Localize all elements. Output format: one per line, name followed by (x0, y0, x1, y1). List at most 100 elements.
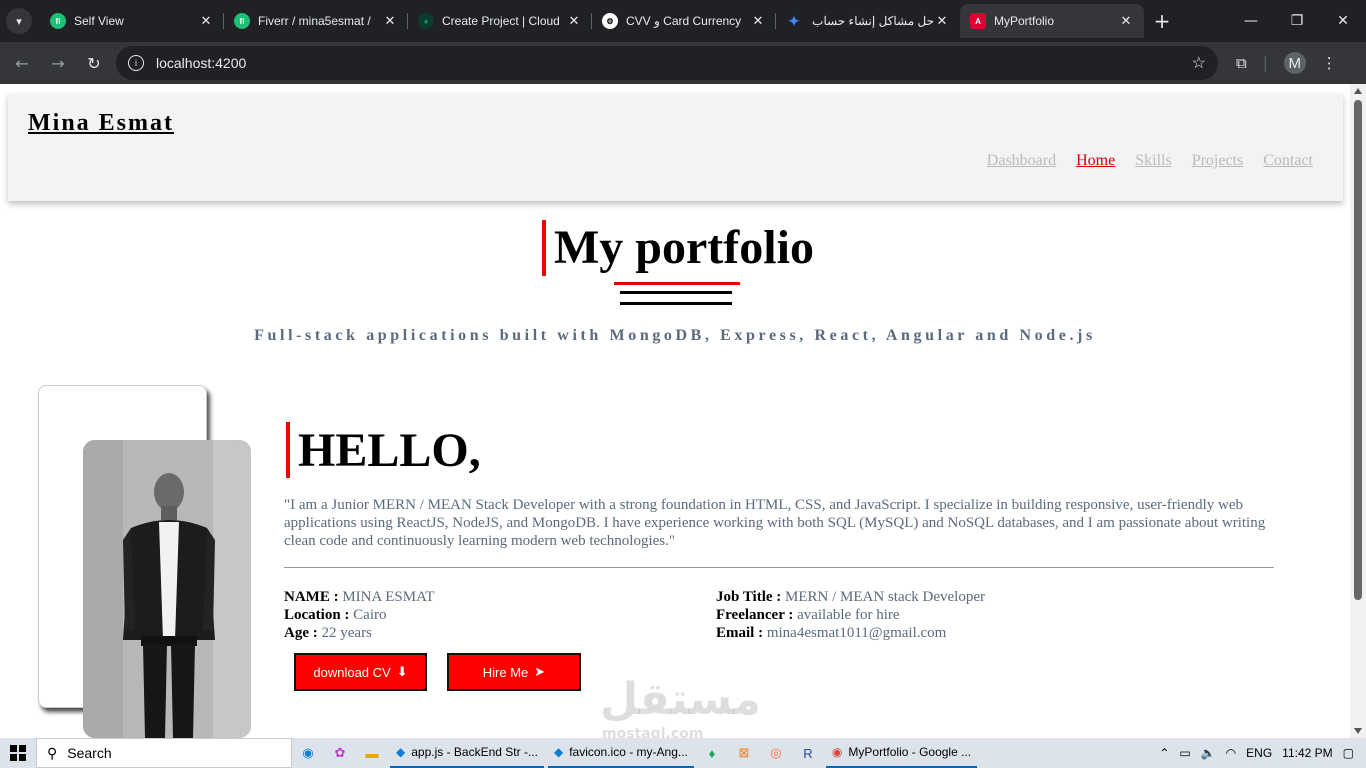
tab-myportfolio[interactable]: A MyPortfolio ✕ (960, 4, 1144, 38)
taskbar-app-chrome[interactable]: ◉ MyPortfolio - Google ... (825, 738, 978, 768)
chrome-icon: ◉ (831, 745, 843, 759)
nav-projects[interactable]: Projects (1192, 152, 1244, 170)
title-underline-black (620, 291, 732, 294)
site-info-icon[interactable]: i (128, 55, 144, 71)
nav-skills[interactable]: Skills (1135, 152, 1171, 170)
tab-fiverr[interactable]: fi Fiverr / mina5esmat / ✕ (224, 4, 408, 38)
title-underline-red (614, 282, 740, 285)
close-icon[interactable]: ✕ (566, 13, 582, 29)
volume-icon[interactable]: 🔈 (1201, 746, 1216, 760)
brand-logo-text[interactable]: Mina Esmat (28, 110, 174, 137)
back-icon[interactable]: ← (4, 45, 40, 81)
extensions-icon[interactable]: ⧉ (1236, 54, 1247, 72)
tab-create-project[interactable]: ♦ Create Project | Cloud ✕ (408, 4, 592, 38)
postman-icon[interactable]: ◎ (765, 742, 787, 764)
info-row-age: Age : 22 years (284, 625, 372, 641)
tab-title: Fiverr / mina5esmat / (258, 14, 371, 28)
new-tab-button[interactable]: + (1148, 7, 1176, 35)
menu-kebab-icon[interactable]: ⋮ (1322, 54, 1337, 72)
tab-cvv-card[interactable]: ⚙ CVV و Card Currency ✕ (592, 4, 776, 38)
profile-avatar[interactable]: M (1283, 52, 1306, 74)
profile-photo (83, 440, 251, 738)
nav-home[interactable]: Home (1076, 152, 1115, 170)
reload-icon[interactable]: ↻ (76, 45, 112, 81)
section-divider (284, 567, 1274, 568)
bookmark-star-icon[interactable]: ☆ (1192, 53, 1206, 73)
nav-dashboard[interactable]: Dashboard (987, 152, 1056, 170)
page-scrollbar[interactable] (1350, 84, 1366, 738)
site-nav: Dashboard Home Skills Projects Contact (987, 152, 1313, 170)
file-explorer-icon[interactable]: ▬ (361, 742, 383, 764)
windows-taskbar: ⚲ Search ◉ ✿ ▬ ◆ app.js - BackEnd Str -.… (0, 738, 1366, 768)
info-row-location: Location : Cairo (284, 607, 387, 623)
page-title: My portfolio (542, 220, 814, 276)
vscode-icon: ◆ (553, 745, 564, 759)
copilot-icon[interactable]: ✿ (329, 742, 351, 764)
site-header: Mina Esmat Dashboard Home Skills Project… (8, 94, 1343, 201)
angular-icon: A (970, 13, 986, 29)
battery-icon[interactable]: ▭ (1179, 746, 1190, 760)
title-underline-black (620, 302, 732, 305)
close-icon[interactable]: ✕ (750, 13, 766, 29)
windows-start-button[interactable] (0, 738, 36, 768)
toolbar-actions: ⧉ | M ⋮ (1236, 52, 1337, 74)
scrollbar-thumb[interactable] (1354, 100, 1362, 600)
windows-logo-icon (10, 745, 26, 761)
xampp-icon[interactable]: ⊠ (733, 742, 755, 764)
chevron-up-icon[interactable]: ⌃ (1159, 746, 1169, 760)
mongodb-leaf-icon: ♦ (418, 13, 434, 29)
taskbar-app-vscode-angular[interactable]: ◆ favicon.ico - my-Ang... (547, 738, 694, 768)
nav-contact[interactable]: Contact (1263, 152, 1313, 170)
vscode-icon: ◆ (396, 745, 406, 759)
gemini-star-icon: ✦ (788, 12, 800, 29)
restore-icon[interactable]: ❐ (1274, 0, 1320, 42)
address-bar[interactable]: i localhost:4200 ☆ (116, 46, 1218, 80)
info-row-email: Email : mina4esmat1011@gmail.com (716, 625, 947, 641)
info-row-freelancer: Freelancer : available for hire (716, 607, 900, 623)
download-icon: ⬇ (396, 664, 408, 679)
close-icon[interactable]: ✕ (198, 13, 214, 29)
scroll-up-icon[interactable] (1354, 88, 1362, 94)
taskbar-app-vscode-backend[interactable]: ◆ app.js - BackEnd Str -... (390, 738, 544, 768)
info-row-job-title: Job Title : MERN / MEAN stack Developer (716, 589, 986, 605)
input-language[interactable]: ENG (1246, 746, 1272, 760)
tab-search-button[interactable]: ▾ (6, 8, 32, 34)
taskbar-app-label: app.js - BackEnd Str -... (411, 745, 538, 759)
watermark-logo: مستقل (600, 674, 761, 725)
fiverr-icon: fi (50, 13, 66, 29)
minimize-icon[interactable]: — (1228, 0, 1274, 42)
close-icon[interactable]: ✕ (934, 13, 950, 29)
url-text[interactable]: localhost:4200 (156, 55, 1192, 71)
tab-title: حل مشاكل إنشاء حساب (812, 14, 934, 28)
tab-list: fi Self View ✕ fi Fiverr / mina5esmat / … (40, 4, 1144, 38)
close-window-icon[interactable]: ✕ (1320, 0, 1366, 42)
browser-tab-strip: ▾ fi Self View ✕ fi Fiverr / mina5esmat … (0, 0, 1366, 42)
tab-title: CVV و Card Currency (626, 14, 742, 28)
tab-gemini[interactable]: ✦ حل مشاكل إنشاء حساب ✕ (776, 4, 960, 38)
scroll-down-icon[interactable] (1354, 728, 1362, 734)
search-icon: ⚲ (47, 744, 58, 761)
tab-self-view[interactable]: fi Self View ✕ (40, 4, 224, 38)
clock[interactable]: 11:42 PM (1282, 746, 1332, 760)
edge-icon[interactable]: ◉ (297, 742, 319, 764)
hire-me-button[interactable]: Hire Me ➤ (447, 653, 581, 691)
wifi-icon[interactable]: ◠ (1226, 746, 1236, 760)
mongodb-icon[interactable]: ♦ (701, 742, 723, 764)
taskbar-search-box[interactable]: ⚲ Search (36, 738, 292, 768)
info-row-name: NAME : MINA ESMAT (284, 589, 435, 605)
hello-heading: HELLO, (286, 422, 481, 478)
tab-title: Self View (74, 14, 124, 28)
chatgpt-icon: ⚙ (602, 13, 618, 29)
close-icon[interactable]: ✕ (382, 13, 398, 29)
close-icon[interactable]: ✕ (1118, 13, 1134, 29)
download-cv-button[interactable]: download CV ⬇ (294, 653, 427, 691)
personal-info-right: Job Title : MERN / MEAN stack Developer … (716, 588, 985, 642)
tagline: Full-stack applications built with Mongo… (254, 327, 1096, 344)
notification-icon[interactable]: ▢ (1343, 746, 1354, 760)
hire-me-label: Hire Me (482, 664, 529, 680)
watermark-url: mostaql.com (602, 726, 704, 738)
window-controls: — ❐ ✕ (1228, 0, 1366, 42)
r-app-icon[interactable]: R (797, 742, 819, 764)
paper-plane-icon: ➤ (534, 664, 546, 679)
forward-icon[interactable]: → (40, 45, 76, 81)
